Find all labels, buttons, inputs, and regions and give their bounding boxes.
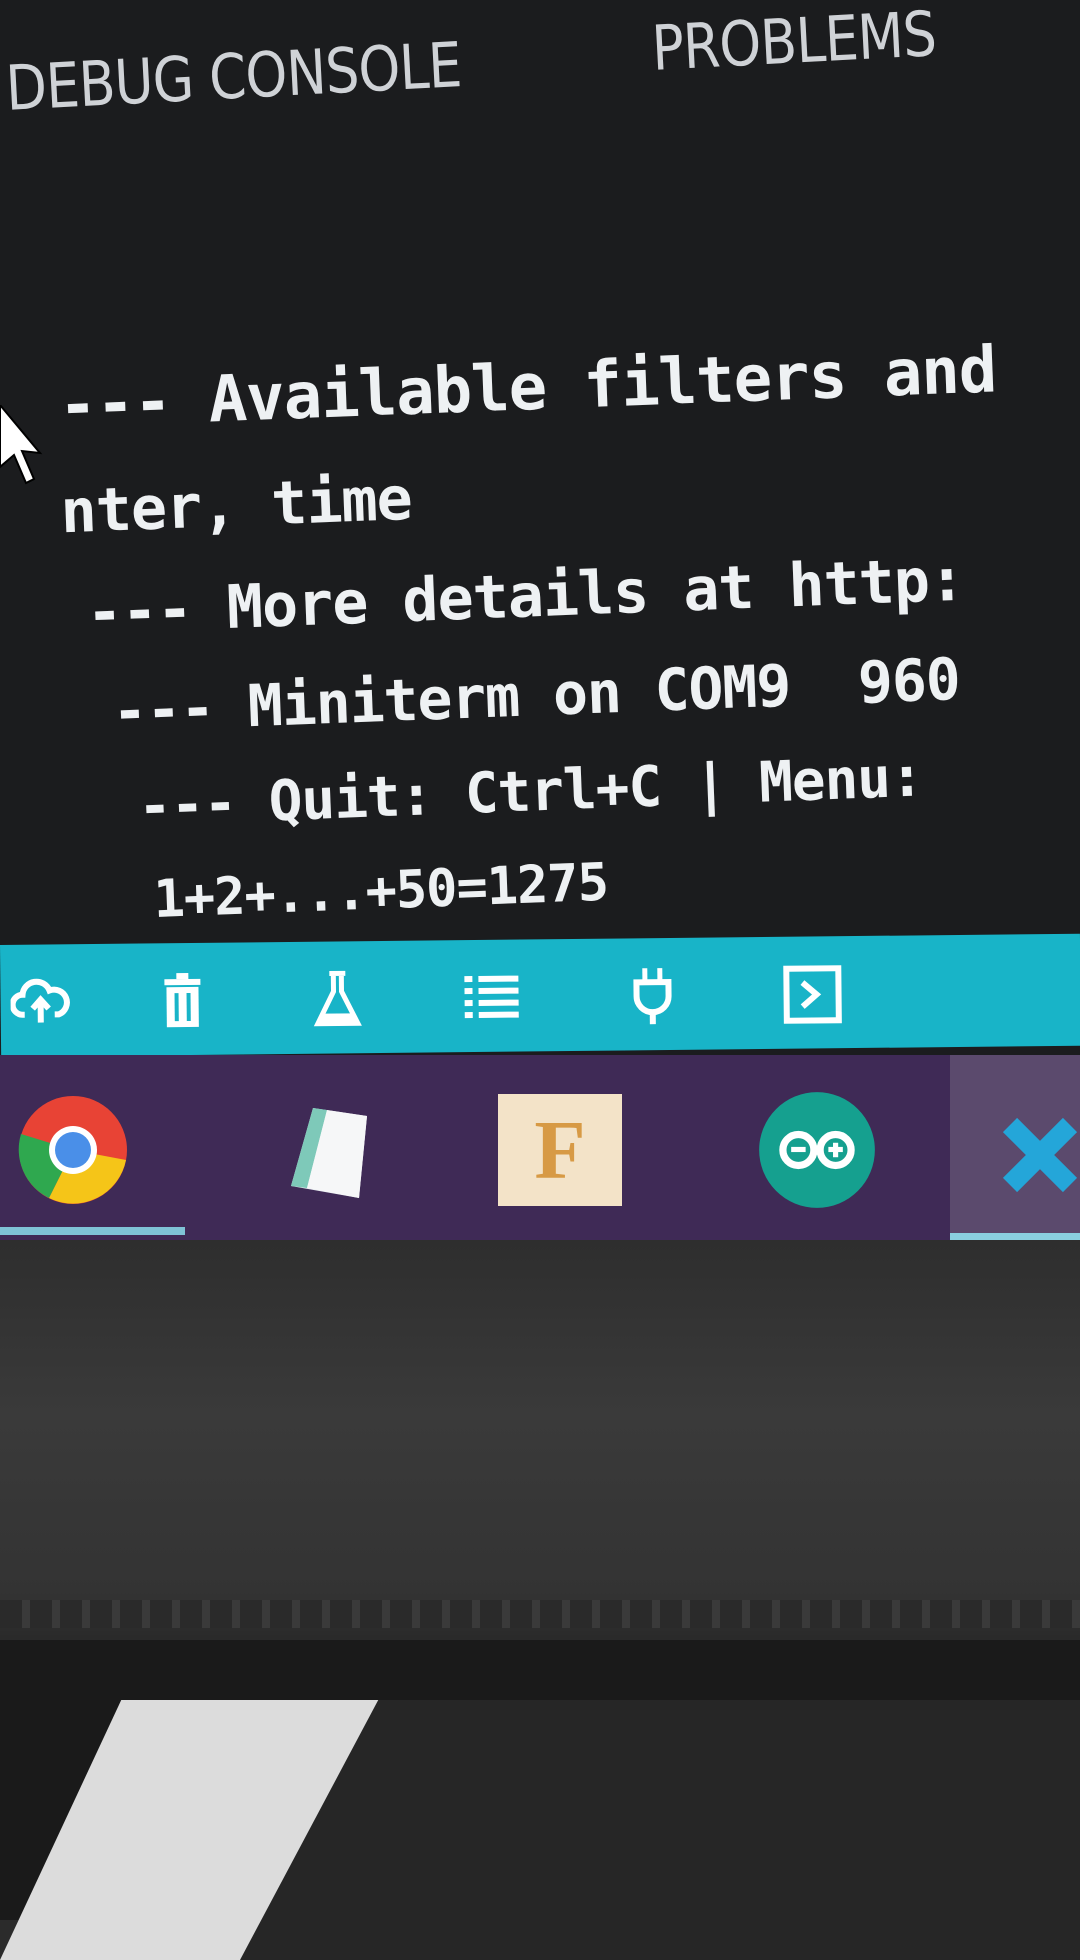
terminal-line: --- Available filters and (57, 333, 998, 444)
test-button[interactable] (305, 967, 370, 1032)
taskbar-f-app[interactable]: F (495, 1085, 625, 1215)
os-taskbar: F (0, 1055, 1080, 1240)
trash-icon (164, 973, 201, 1028)
flask-icon (313, 970, 362, 1027)
clean-button[interactable] (150, 969, 215, 1034)
upload-button[interactable] (8, 970, 73, 1035)
panel-tab-bar: DEBUG CONSOLE PROBLEMS (0, 0, 1080, 150)
taskbar-vscode[interactable] (950, 1055, 1080, 1240)
list-icon (464, 975, 519, 1019)
mouse-pointer-icon (0, 405, 43, 485)
taskbar-notepad[interactable] (262, 1085, 392, 1215)
arduino-icon (759, 1092, 875, 1208)
f-app-letter: F (534, 1103, 586, 1197)
active-app-indicator (0, 1227, 185, 1235)
serial-monitor-button[interactable] (620, 964, 685, 1029)
taskbar-arduino[interactable] (752, 1085, 882, 1215)
vscode-icon (1002, 1117, 1078, 1193)
monitor-bezel-edge (0, 1600, 1080, 1628)
terminal-line: nter, time (59, 463, 413, 548)
active-app-indicator (950, 1233, 1080, 1240)
monitor-screen: DEBUG CONSOLE PROBLEMS --- Available fil… (0, 0, 1080, 1240)
terminal-line: --- More details at http: (85, 544, 966, 649)
desk-object (240, 1700, 1080, 1960)
terminal-line: 1+2+...+50=1275 (152, 852, 610, 931)
task-list-button[interactable] (460, 966, 525, 1031)
terminal-icon (783, 965, 842, 1024)
f-app-icon: F (498, 1094, 622, 1206)
taskbar-chrome[interactable] (8, 1085, 138, 1215)
upload-icon (10, 978, 70, 1023)
status-bar (0, 933, 1080, 1057)
new-terminal-button[interactable] (780, 962, 845, 1027)
tab-debug-console[interactable]: DEBUG CONSOLE (4, 28, 463, 125)
plug-icon (633, 968, 672, 1025)
terminal-line: --- Quit: Ctrl+C | Menu: (136, 744, 924, 840)
chrome-icon (18, 1096, 127, 1204)
tab-problems[interactable]: PROBLEMS (650, 0, 938, 85)
notepad-icon (291, 1108, 367, 1198)
terminal-line: --- Miniterm on COM9 960 (111, 644, 961, 746)
terminal-output[interactable]: --- Available filters and nter, time ---… (40, 299, 1080, 959)
